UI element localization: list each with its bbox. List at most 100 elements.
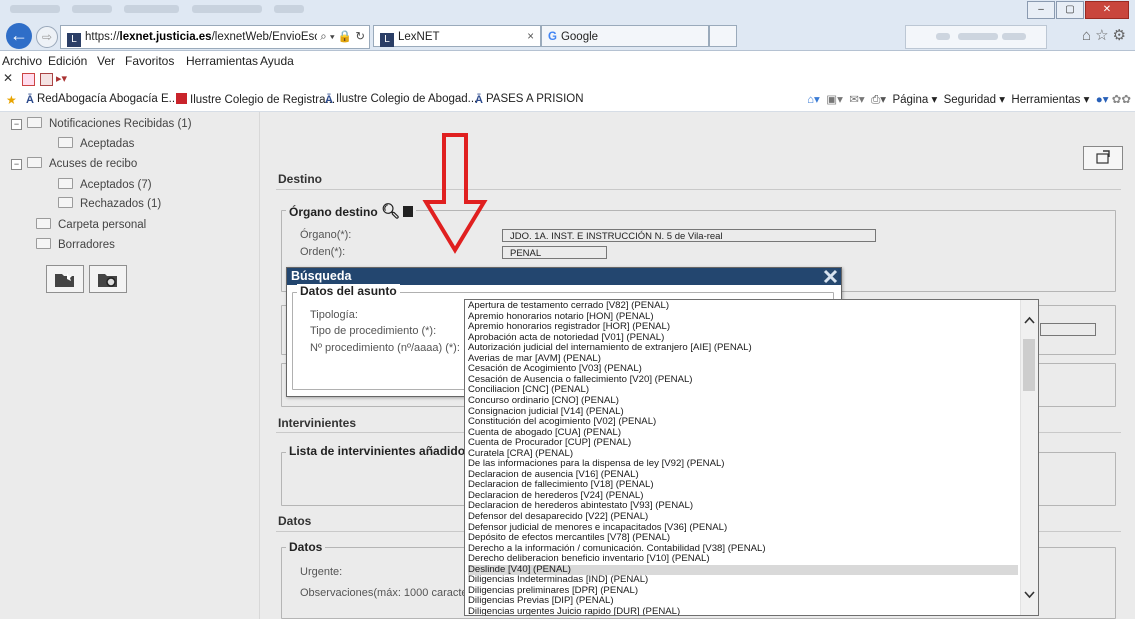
dropdown-option[interactable]: Defensor judicial de menores e incapacit… <box>468 522 727 533</box>
menu-ver[interactable]: Ver <box>97 54 115 68</box>
google-favicon-icon: G <box>548 31 557 43</box>
dropdown-option[interactable]: Derecho deliberacion beneficio inventari… <box>468 554 710 564</box>
dropdown-option[interactable]: Apremio honorarios registrador [HOR] (PE… <box>468 322 670 332</box>
dropdown-option[interactable]: Apertura de testamento cerrado [V82] (PE… <box>468 301 669 311</box>
dropdown-option[interactable]: Derecho a la información / comunicación.… <box>468 543 766 554</box>
dropdown-option[interactable]: Diligencias Previas [DIP] (PENAL) <box>468 596 614 606</box>
dropdown-option[interactable]: Autorización judicial del internamiento … <box>468 343 752 353</box>
scroll-down-icon[interactable] <box>1021 589 1038 601</box>
back-button[interactable]: ← <box>6 23 32 49</box>
settings-gear-icon[interactable]: ⚙ <box>1113 27 1130 44</box>
sidebar-item-aceptadas[interactable]: Aceptadas <box>58 137 134 150</box>
menu-archivo[interactable]: Archivo <box>2 54 42 68</box>
sidebar-item-acuses[interactable]: − Acuses de recibo <box>11 157 137 170</box>
book-icon[interactable] <box>403 206 414 217</box>
mail-toolbar-icon[interactable]: ✉▾ <box>849 94 864 106</box>
favorite-colegio-registradores[interactable]: Ilustre Colegio de Registra... <box>176 93 335 106</box>
address-actions[interactable]: ⌕ ▾ 🔒 ↻ <box>317 26 365 48</box>
home-toolbar-icon[interactable]: ⌂▾ <box>807 94 820 106</box>
dropdown-option[interactable]: De las informaciones para la dispensa de… <box>468 459 725 469</box>
dropdown-option[interactable]: Aprobación acta de notoriedad [V01] (PEN… <box>468 332 664 343</box>
compatibility-icon[interactable] <box>40 73 53 86</box>
stop-icon[interactable] <box>22 73 35 86</box>
folder-search-icon <box>98 274 117 287</box>
scroll-thumb[interactable] <box>1023 339 1035 391</box>
home-icon[interactable]: ⌂ <box>1082 27 1095 44</box>
folder-icon <box>58 137 73 148</box>
page-menu[interactable]: Página ▾ <box>892 94 937 106</box>
dropdown-option[interactable]: Depósito de efectos mercantiles [V78] (P… <box>468 533 670 543</box>
secondary-value <box>1040 323 1096 336</box>
maximize-button[interactable]: ▢ <box>1056 1 1084 19</box>
dialog-close-button[interactable] <box>823 269 838 284</box>
collapse-toggle-icon[interactable]: − <box>11 159 22 170</box>
export-button[interactable] <box>1083 146 1123 170</box>
menu-edicion[interactable]: Edición <box>48 54 87 68</box>
dropdown-option[interactable]: Cuenta de abogado [CUA] (PENAL) <box>468 427 621 438</box>
new-folder-button[interactable] <box>46 265 84 293</box>
security-menu[interactable]: Seguridad ▾ <box>944 94 1005 106</box>
dropdown-option[interactable]: Cuenta de Procurador [CUP] (PENAL) <box>468 438 631 448</box>
minimize-button[interactable]: – <box>1027 1 1055 19</box>
tools-menu[interactable]: Herramientas ▾ <box>1011 94 1089 106</box>
addons-icon[interactable]: ✿✿ <box>1112 94 1131 106</box>
collapse-toggle-icon[interactable]: − <box>11 119 22 130</box>
feeds-icon[interactable]: ▸▾ <box>56 72 67 85</box>
sidebar-item-carpeta-personal[interactable]: Carpeta personal <box>36 218 146 231</box>
favorite-pases-prision[interactable]: Ā PASES A PRISION <box>475 93 584 106</box>
sidebar-item-borradores[interactable]: Borradores <box>36 238 115 251</box>
dropdown-option[interactable]: Deslinde [V40] (PENAL) <box>468 564 1018 575</box>
close-window-button[interactable]: ✕ <box>1085 1 1129 19</box>
dropdown-option[interactable]: Averias de mar [AVM] (PENAL) <box>468 353 601 364</box>
feeds-toolbar-icon[interactable]: ▣▾ <box>826 94 843 106</box>
menu-ayuda[interactable]: Ayuda <box>260 54 294 68</box>
sidebar-item-rechazados[interactable]: Rechazados (1) <box>58 197 161 210</box>
search-icon[interactable]: 🔍︎ <box>381 203 400 220</box>
tab-google[interactable]: G Google <box>541 25 709 47</box>
menu-favoritos[interactable]: Favoritos <box>125 54 174 68</box>
scroll-up-icon[interactable] <box>1021 314 1038 326</box>
dropdown-option[interactable]: Diligencias Indeterminadas [IND] (PENAL) <box>468 575 648 585</box>
search-folder-button[interactable] <box>89 265 127 293</box>
menu-herramientas[interactable]: Herramientas <box>186 54 258 68</box>
dropdown-option[interactable]: Declaracion de herederos [V24] (PENAL) <box>468 490 643 501</box>
print-toolbar-icon[interactable]: ⎙▾ <box>871 94 886 106</box>
dropdown-option[interactable]: Cesación de Ausencia o fallecimiento [V2… <box>468 374 693 385</box>
browser-search-box[interactable] <box>905 25 1047 49</box>
intervinientes-section-title: Intervinientes <box>278 416 357 430</box>
window-titlebar <box>0 0 1135 20</box>
favorites-star-icon[interactable]: ★ <box>6 93 17 107</box>
tab-lexnet[interactable]: L LexNET × <box>373 25 541 47</box>
intervinientes-legend: Lista de intervinientes añadidos ✚ <box>286 440 494 458</box>
close-tab-icon[interactable]: × <box>527 26 534 48</box>
folder-icon <box>27 157 42 168</box>
dropdown-option[interactable]: Conciliacion [CNC] (PENAL) <box>468 385 589 395</box>
colegio-abogados-icon: Ā <box>325 94 333 106</box>
dropdown-option[interactable]: Cesación de Acogimiento [V03] (PENAL) <box>468 364 642 374</box>
favorite-redabogacia[interactable]: Ā RedAbogacía Abogacía E... <box>26 93 178 106</box>
sidebar-item-notificaciones[interactable]: − Notificaciones Recibidas (1) <box>11 117 192 130</box>
dropdown-option[interactable]: Declaracion de ausencia [V16] (PENAL) <box>468 469 639 480</box>
close-toolbar-icon[interactable]: ✕ <box>3 71 13 85</box>
dropdown-option[interactable]: Diligencias preliminares [DPR] (PENAL) <box>468 585 638 596</box>
dropdown-option[interactable]: Declaracion de herederos abintestato [V9… <box>468 501 693 511</box>
dropdown-option[interactable]: Constitución del acogimiento [V02] (PENA… <box>468 417 656 427</box>
forward-button[interactable]: ⇨ <box>36 26 58 48</box>
dropdown-option[interactable]: Consignacion judicial [V14] (PENAL) <box>468 406 624 417</box>
new-tab-button[interactable] <box>709 25 737 47</box>
address-bar[interactable]: Lhttps://lexnet.justicia.es/lexnetWeb/En… <box>60 25 370 49</box>
dropdown-option[interactable]: Apremio honorarios notario [HON] (PENAL) <box>468 311 654 322</box>
dropdown-option[interactable]: Concurso ordinario [CNO] (PENAL) <box>468 395 619 406</box>
dropdown-option[interactable]: Declaracion de fallecimiento [V18] (PENA… <box>468 480 654 490</box>
dropdown-option[interactable]: Curatela [CRA] (PENAL) <box>468 448 573 459</box>
sidebar-item-aceptados[interactable]: Aceptados (7) <box>58 178 152 191</box>
tipo-procedimiento-dropdown-list[interactable]: Apertura de testamento cerrado [V82] (PE… <box>464 299 1039 616</box>
help-icon[interactable]: ●▾ <box>1096 94 1109 106</box>
dropdown-scrollbar[interactable] <box>1020 300 1038 615</box>
orden-value: PENAL <box>502 246 607 259</box>
dropdown-option[interactable]: Diligencias urgentes Juicio rapido [DUR]… <box>468 606 680 615</box>
favorites-star-icon[interactable]: ☆ <box>1095 27 1112 44</box>
dropdown-option[interactable]: Defensor del desaparecido [V22] (PENAL) <box>468 512 648 522</box>
folder-icon <box>58 197 73 208</box>
favorite-colegio-abogados[interactable]: Ā Ilustre Colegio de Abogad... <box>325 93 477 106</box>
